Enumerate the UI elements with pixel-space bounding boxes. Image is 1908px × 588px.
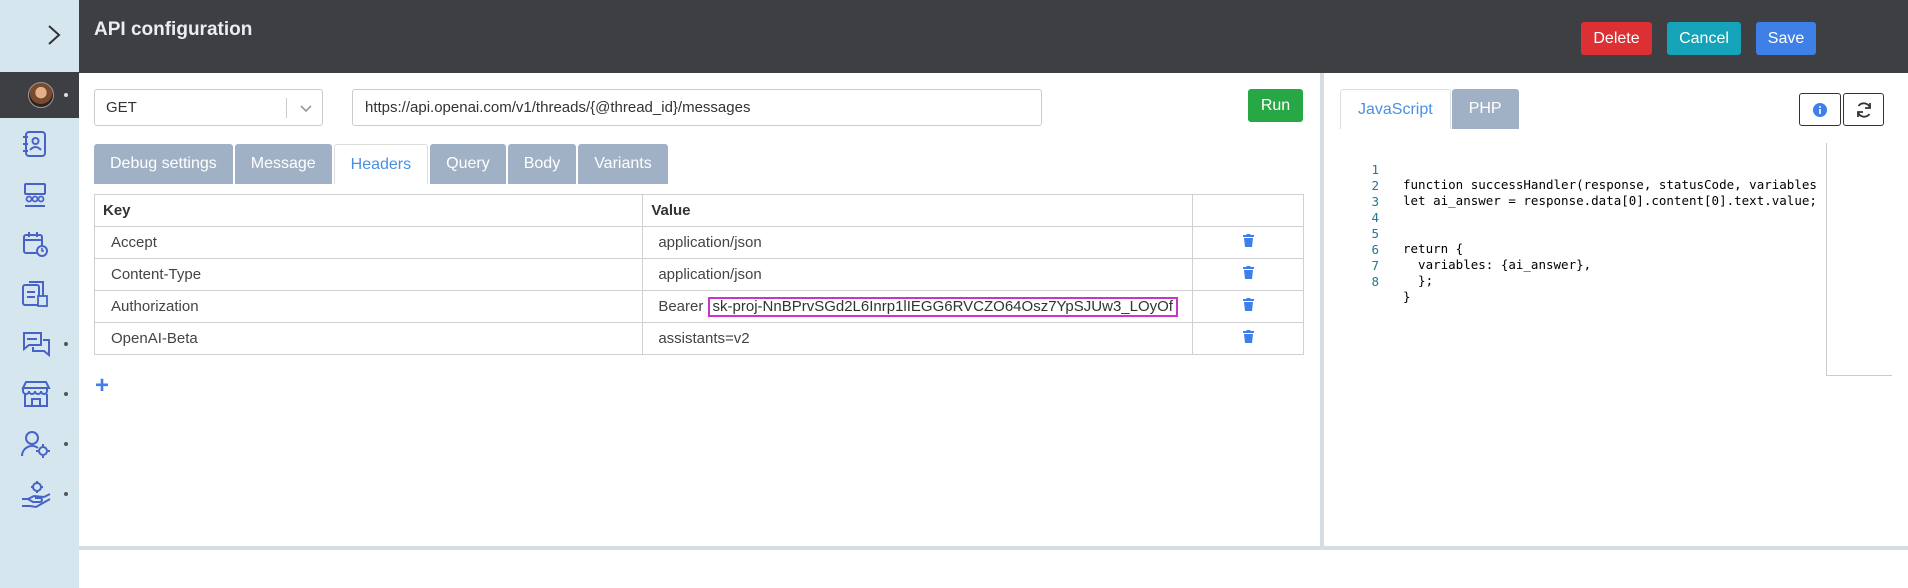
bottom-splitter[interactable] [79,546,1908,550]
status-dot [64,492,68,496]
sidebar-item-user-settings[interactable] [0,424,79,464]
info-icon [1813,102,1827,117]
info-button[interactable] [1799,93,1841,126]
save-button[interactable]: Save [1756,22,1816,55]
page-title: API configuration [94,19,253,40]
code-line: 7 }; [1340,243,1433,288]
header-value[interactable]: application/json [642,258,1194,291]
team-icon [24,183,46,207]
delete-row-button[interactable] [1192,258,1304,291]
refresh-icon [1856,101,1871,118]
column-header-value: Value [642,194,1194,227]
chevron-right-icon [48,25,61,45]
code-text: variables: {ai_answer}, [1403,257,1592,272]
code-editor[interactable]: 1 function successHandler(response, stat… [1340,143,1890,393]
sidebar [0,0,79,588]
api-token-highlight: sk-proj-NnBPrvSGd2L6Inrp1lIEGG6RVCZO64Os… [707,296,1178,317]
sidebar-user[interactable] [0,72,79,118]
refresh-button[interactable] [1843,93,1884,126]
tab-php[interactable]: PHP [1451,89,1519,129]
chat-icon [23,332,50,358]
code-language-tabs: JavaScript PHP [1340,89,1519,129]
panel-splitter[interactable] [1320,73,1324,546]
cancel-button[interactable]: Cancel [1667,22,1741,55]
code-line: 4 [1340,195,1379,225]
hand-gear-icon [22,481,51,509]
url-input[interactable] [352,89,1042,126]
add-header-button[interactable]: + [95,372,109,400]
table-row: OpenAI-Beta assistants=v2 [93,322,1304,355]
bearer-prefix: Bearer [658,297,704,315]
tab-body[interactable]: Body [507,144,577,184]
trash-icon [1242,266,1254,279]
code-text: }; [1403,273,1434,288]
header-key[interactable]: Authorization [93,290,644,323]
code-line: 8 } [1340,259,1410,304]
tab-debug-settings[interactable]: Debug settings [94,144,233,184]
trash-icon [1242,330,1254,343]
code-text: let ai_answer = response.data[0].content… [1403,193,1817,208]
tab-message[interactable]: Message [234,144,332,184]
code-line: 1 function successHandler(response, stat… [1340,147,1816,192]
header-key[interactable]: Content-Type [93,258,644,291]
status-dot [64,342,68,346]
tab-javascript[interactable]: JavaScript [1340,89,1451,129]
status-dot [64,93,68,97]
headers-table: Key Value Accept application/json Conten… [93,194,1304,355]
sidebar-item-chat[interactable] [0,324,79,364]
chevron-down-icon [300,105,312,113]
request-tabs: Debug settings Message Headers Query Bod… [94,144,668,184]
tab-headers[interactable]: Headers [333,144,429,184]
delete-button[interactable]: Delete [1581,22,1652,55]
header-key[interactable]: Accept [93,226,644,259]
header-value[interactable]: Bearer sk-proj-NnBPrvSGd2L6Inrp1lIEGG6RV… [642,290,1194,323]
store-icon [21,381,51,407]
trash-icon [1242,234,1254,247]
code-editor-minimap[interactable] [1826,143,1892,376]
method-select[interactable]: GET [94,89,323,126]
code-line: 5 return { [1340,211,1463,256]
code-line: 6 variables: {ai_answer}, [1340,227,1591,272]
code-text: } [1403,289,1411,304]
sidebar-item-documents[interactable] [0,274,79,314]
select-separator [286,98,287,118]
code-line: 3 [1340,179,1379,209]
calendar-icon [23,232,48,257]
run-button[interactable]: Run [1248,89,1303,122]
avatar [28,82,54,108]
contacts-icon [23,131,46,157]
sidebar-item-hand-gear[interactable] [0,474,79,514]
delete-row-button[interactable] [1192,290,1304,323]
sidebar-item-team[interactable] [0,174,79,214]
delete-row-button[interactable] [1192,322,1304,355]
tab-variants[interactable]: Variants [578,144,668,184]
user-settings-icon [21,431,50,458]
sidebar-toggle[interactable] [0,0,79,70]
tab-query[interactable]: Query [430,144,506,184]
column-header-actions [1192,194,1304,227]
table-header-row: Key Value [93,194,1304,227]
status-dot [64,392,68,396]
header-key[interactable]: OpenAI-Beta [93,322,644,355]
table-row: Content-Type application/json [93,258,1304,291]
code-line: 2 let ai_answer = response.data[0].conte… [1340,163,1816,208]
code-text: return { [1403,241,1464,256]
line-number: 8 [1371,274,1379,289]
column-header-key: Key [93,194,644,227]
trash-icon [1242,298,1254,311]
code-text: function successHandler(response, status… [1403,177,1817,192]
status-dot [64,442,68,446]
sidebar-item-calendar[interactable] [0,224,79,264]
table-row: Authorization Bearer sk-proj-NnBPrvSGd2L… [93,290,1304,323]
delete-row-button[interactable] [1192,226,1304,259]
table-row: Accept application/json [93,226,1304,259]
header-value[interactable]: assistants=v2 [642,322,1194,355]
method-value: GET [106,99,137,116]
documents-icon [22,281,48,307]
header-value[interactable]: application/json [642,226,1194,259]
sidebar-item-store[interactable] [0,374,79,414]
sidebar-item-contacts[interactable] [0,124,79,164]
